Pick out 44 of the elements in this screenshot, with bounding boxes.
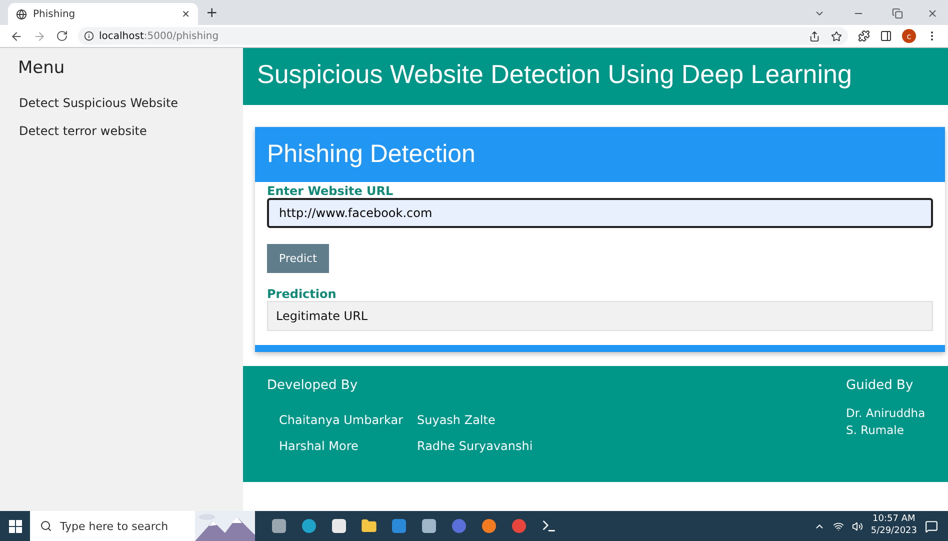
- new-tab-button[interactable]: +: [206, 5, 218, 21]
- sidebar-link[interactable]: Detect Suspicious Website: [0, 92, 243, 114]
- developer-name: Radhe Suryavanshi: [417, 439, 534, 453]
- star-icon[interactable]: [831, 30, 842, 42]
- prediction-label: Prediction: [267, 287, 338, 301]
- side-panel-icon[interactable]: [880, 30, 892, 42]
- page-header: Suspicious Website Detection Using Deep Learning: [243, 48, 948, 105]
- extensions-icon[interactable]: [858, 30, 870, 42]
- profile-avatar[interactable]: c: [902, 29, 916, 43]
- notifications-icon[interactable]: [925, 520, 938, 532]
- folder-icon[interactable]: [361, 518, 377, 534]
- developer-name: Suyash Zalte: [417, 413, 496, 427]
- prediction-output: Legitimate URL: [267, 301, 933, 331]
- tab-title: Phishing: [33, 8, 76, 20]
- url-label: Enter Website URL: [267, 184, 394, 198]
- search-icon: [40, 520, 52, 532]
- terminal-icon[interactable]: [541, 518, 557, 534]
- share-icon[interactable]: [809, 30, 820, 42]
- back-icon[interactable]: [10, 30, 23, 42]
- url-input[interactable]: http://www.facebook.com: [267, 198, 933, 228]
- developer-name: Chaitanya Umbarkar: [279, 413, 404, 427]
- network-icon[interactable]: [832, 520, 844, 532]
- browser-tab[interactable]: Phishing ×: [8, 3, 198, 25]
- clock: 10:57 AM 5/29/2023: [870, 514, 917, 538]
- globe-icon: [16, 8, 27, 20]
- sidebar-link[interactable]: Detect terror website: [0, 120, 243, 142]
- restore-icon[interactable]: [892, 8, 903, 19]
- predict-button[interactable]: Predict: [267, 244, 329, 273]
- developer-name: Harshal More: [279, 439, 360, 453]
- info-icon[interactable]: [84, 31, 94, 41]
- windows-start-icon[interactable]: [8, 520, 22, 532]
- volume-icon[interactable]: [852, 520, 863, 532]
- card-header: Phishing Detection: [255, 127, 945, 182]
- url-text: localhost:5000/phishing: [99, 30, 219, 42]
- footer-heading: Developed By: [267, 378, 359, 393]
- sidebar-title: Menu: [17, 58, 66, 80]
- guide-name: Dr. Aniruddha S. Rumale: [846, 405, 926, 440]
- address-bar[interactable]: localhost:5000/phishing: [78, 27, 848, 45]
- taskbar-search-field[interactable]: Type here to search: [30, 511, 255, 541]
- close-tab-button[interactable]: ×: [182, 8, 190, 20]
- search-placeholder: Type here to search: [60, 520, 168, 532]
- footer-heading: Guided By: [846, 378, 914, 393]
- close-window-icon[interactable]: [927, 8, 938, 19]
- reload-icon[interactable]: [56, 30, 68, 42]
